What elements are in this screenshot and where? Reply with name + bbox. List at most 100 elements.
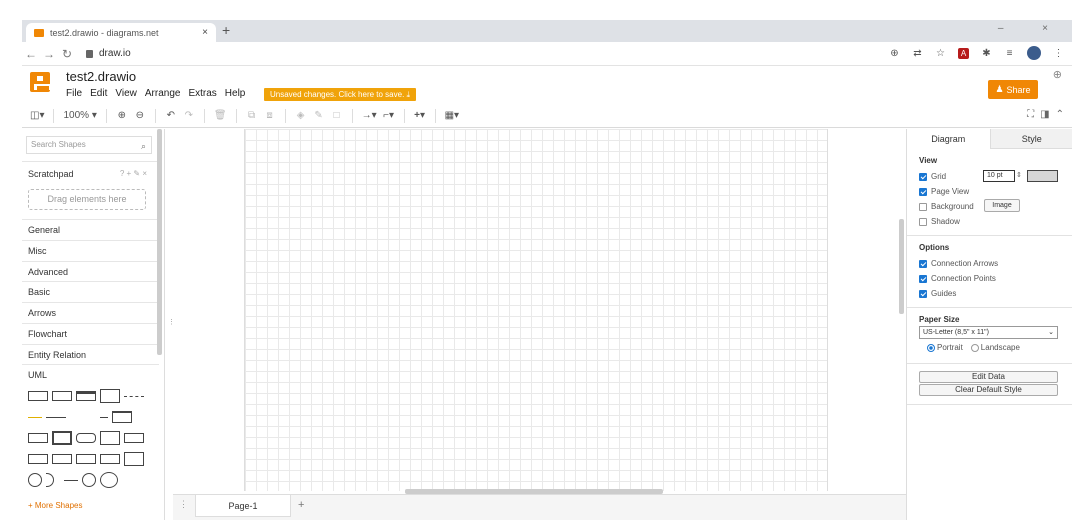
category-flowchart[interactable]: Flowchart — [22, 323, 159, 344]
menu-arrange[interactable]: Arrange — [145, 88, 181, 99]
reading-list-icon[interactable]: ≡ — [1004, 48, 1015, 59]
shape-circle[interactable] — [82, 473, 96, 487]
shape-class[interactable] — [112, 411, 132, 423]
window-controls[interactable]: – × — [998, 23, 1066, 34]
scratchpad-section[interactable]: Scratchpad ? + ✎ × — [22, 161, 159, 191]
diagram-page-grid[interactable] — [244, 129, 828, 491]
category-advanced[interactable]: Advanced — [22, 261, 159, 282]
shape-class[interactable] — [28, 454, 48, 464]
table-icon[interactable]: ▦▾ — [445, 110, 459, 121]
search-shapes-input[interactable]: Search Shapes ⌕ — [26, 136, 152, 154]
to-back-icon[interactable]: ⧈ — [264, 110, 276, 121]
shape-class[interactable] — [76, 391, 96, 401]
category-arrows[interactable]: Arrows — [22, 302, 159, 323]
shape-class[interactable] — [28, 433, 48, 443]
pages-menu-icon[interactable]: ⋮ — [179, 499, 188, 510]
sidebar-scrollbar[interactable] — [157, 129, 162, 355]
document-title[interactable]: test2.drawio — [66, 69, 136, 84]
clear-default-style-button[interactable]: Clear Default Style — [919, 384, 1058, 396]
view-panels-icon[interactable]: ◫▾ — [30, 110, 44, 121]
tab-style[interactable]: Style — [989, 129, 1072, 149]
redo-icon[interactable]: ↷ — [183, 110, 195, 121]
new-tab-button[interactable]: + — [222, 22, 230, 38]
browser-tab[interactable]: test2.drawio - diagrams.net × — [26, 23, 216, 42]
category-basic[interactable]: Basic — [22, 281, 159, 302]
connection-points-checkbox[interactable]: Connection Points — [919, 274, 996, 283]
reload-icon[interactable]: ↻ — [58, 47, 76, 61]
zoom-dropdown[interactable]: 100% ▾ — [63, 110, 96, 121]
bookmark-star-icon[interactable]: ☆ — [935, 48, 946, 59]
scratchpad-drop-zone[interactable]: Drag elements here — [28, 189, 146, 210]
category-misc[interactable]: Misc — [22, 240, 159, 261]
shape-class[interactable] — [52, 431, 72, 445]
share-button[interactable]: ♟ Share — [988, 80, 1038, 99]
delete-icon[interactable]: 🗑 — [214, 110, 227, 121]
shape-class[interactable] — [76, 433, 96, 443]
menu-extras[interactable]: Extras — [188, 88, 216, 99]
menu-view[interactable]: View — [115, 88, 137, 99]
shape-class[interactable] — [28, 391, 48, 401]
shape-class[interactable] — [100, 454, 120, 464]
fill-color-icon[interactable]: ◈ — [295, 110, 307, 121]
insert-icon[interactable]: +▾ — [414, 110, 426, 121]
profile-avatar[interactable] — [1027, 46, 1041, 60]
edit-data-button[interactable]: Edit Data — [919, 371, 1058, 383]
shape-class[interactable] — [100, 389, 120, 403]
browser-menu-icon[interactable]: ⋮ — [1053, 48, 1064, 59]
line-color-icon[interactable]: ✎ — [313, 110, 325, 121]
shape-line[interactable] — [46, 416, 66, 418]
translate-icon[interactable]: ⇄ — [912, 48, 923, 59]
zoom-page-icon[interactable]: ⊕ — [889, 48, 900, 59]
shape-interface[interactable] — [46, 473, 54, 487]
background-image-button[interactable]: Image — [984, 199, 1020, 212]
zoom-in-icon[interactable]: ⊕ — [116, 110, 128, 121]
unsaved-changes-button[interactable]: Unsaved changes. Click here to save. ⤓ — [264, 88, 417, 101]
grid-checkbox[interactable]: Grid — [919, 172, 946, 181]
grid-size-stepper-icon[interactable]: ⇕ — [1016, 171, 1022, 179]
shape-class[interactable] — [124, 452, 144, 466]
undo-icon[interactable]: ↶ — [165, 110, 177, 121]
back-icon[interactable]: ← — [22, 47, 40, 61]
canvas-vertical-scrollbar[interactable] — [899, 219, 904, 314]
collapse-icon[interactable]: ⌃ — [1056, 109, 1064, 120]
page-view-checkbox[interactable]: Page View — [919, 187, 969, 196]
scratchpad-tools[interactable]: ? + ✎ × — [120, 169, 147, 178]
grid-color-button[interactable] — [1027, 170, 1058, 182]
tab-diagram[interactable]: Diagram — [907, 129, 990, 149]
page-tab[interactable]: Page-1 — [195, 495, 291, 517]
shape-circle[interactable] — [100, 472, 118, 488]
shape-class[interactable] — [124, 433, 144, 443]
portrait-radio[interactable]: Portrait — [927, 343, 963, 352]
format-panel-icon[interactable]: ◨ — [1040, 109, 1049, 120]
menu-file[interactable]: File — [66, 88, 82, 99]
menu-edit[interactable]: Edit — [90, 88, 107, 99]
diagram-canvas[interactable] — [173, 129, 906, 494]
shape-class[interactable] — [52, 454, 72, 464]
shape-line[interactable] — [100, 416, 108, 418]
connection-arrows-checkbox[interactable]: Connection Arrows — [919, 259, 998, 268]
shadow-icon[interactable]: □ — [331, 110, 343, 121]
more-shapes-button[interactable]: + More Shapes — [28, 501, 82, 510]
url-field[interactable]: draw.io — [86, 48, 131, 59]
add-page-button[interactable]: + — [298, 499, 304, 511]
paper-size-select[interactable]: US-Letter (8,5" x 11") ⌄ — [919, 326, 1058, 339]
tab-close-icon[interactable]: × — [202, 27, 208, 38]
category-general[interactable]: General — [22, 219, 159, 240]
language-globe-icon[interactable]: ⊕ — [1053, 68, 1062, 81]
search-icon[interactable]: ⌕ — [141, 138, 146, 154]
pdf-extension-icon[interactable]: A — [958, 47, 969, 59]
shape-class[interactable] — [52, 391, 72, 401]
shape-line[interactable] — [124, 395, 144, 397]
shape-class[interactable] — [100, 431, 120, 445]
shape-lollipop[interactable] — [64, 479, 78, 481]
guides-checkbox[interactable]: Guides — [919, 289, 956, 298]
forward-icon[interactable]: → — [40, 47, 58, 61]
extensions-puzzle-icon[interactable]: ✱ — [981, 48, 992, 59]
waypoints-icon[interactable]: ⌐▾ — [383, 110, 395, 121]
shape-line[interactable] — [28, 416, 42, 418]
fullscreen-icon[interactable]: ⛶ — [1027, 109, 1034, 120]
zoom-out-icon[interactable]: ⊖ — [134, 110, 146, 121]
shape-circle[interactable] — [28, 473, 42, 487]
landscape-radio[interactable]: Landscape — [970, 343, 1020, 352]
background-checkbox[interactable]: Background — [919, 202, 974, 211]
